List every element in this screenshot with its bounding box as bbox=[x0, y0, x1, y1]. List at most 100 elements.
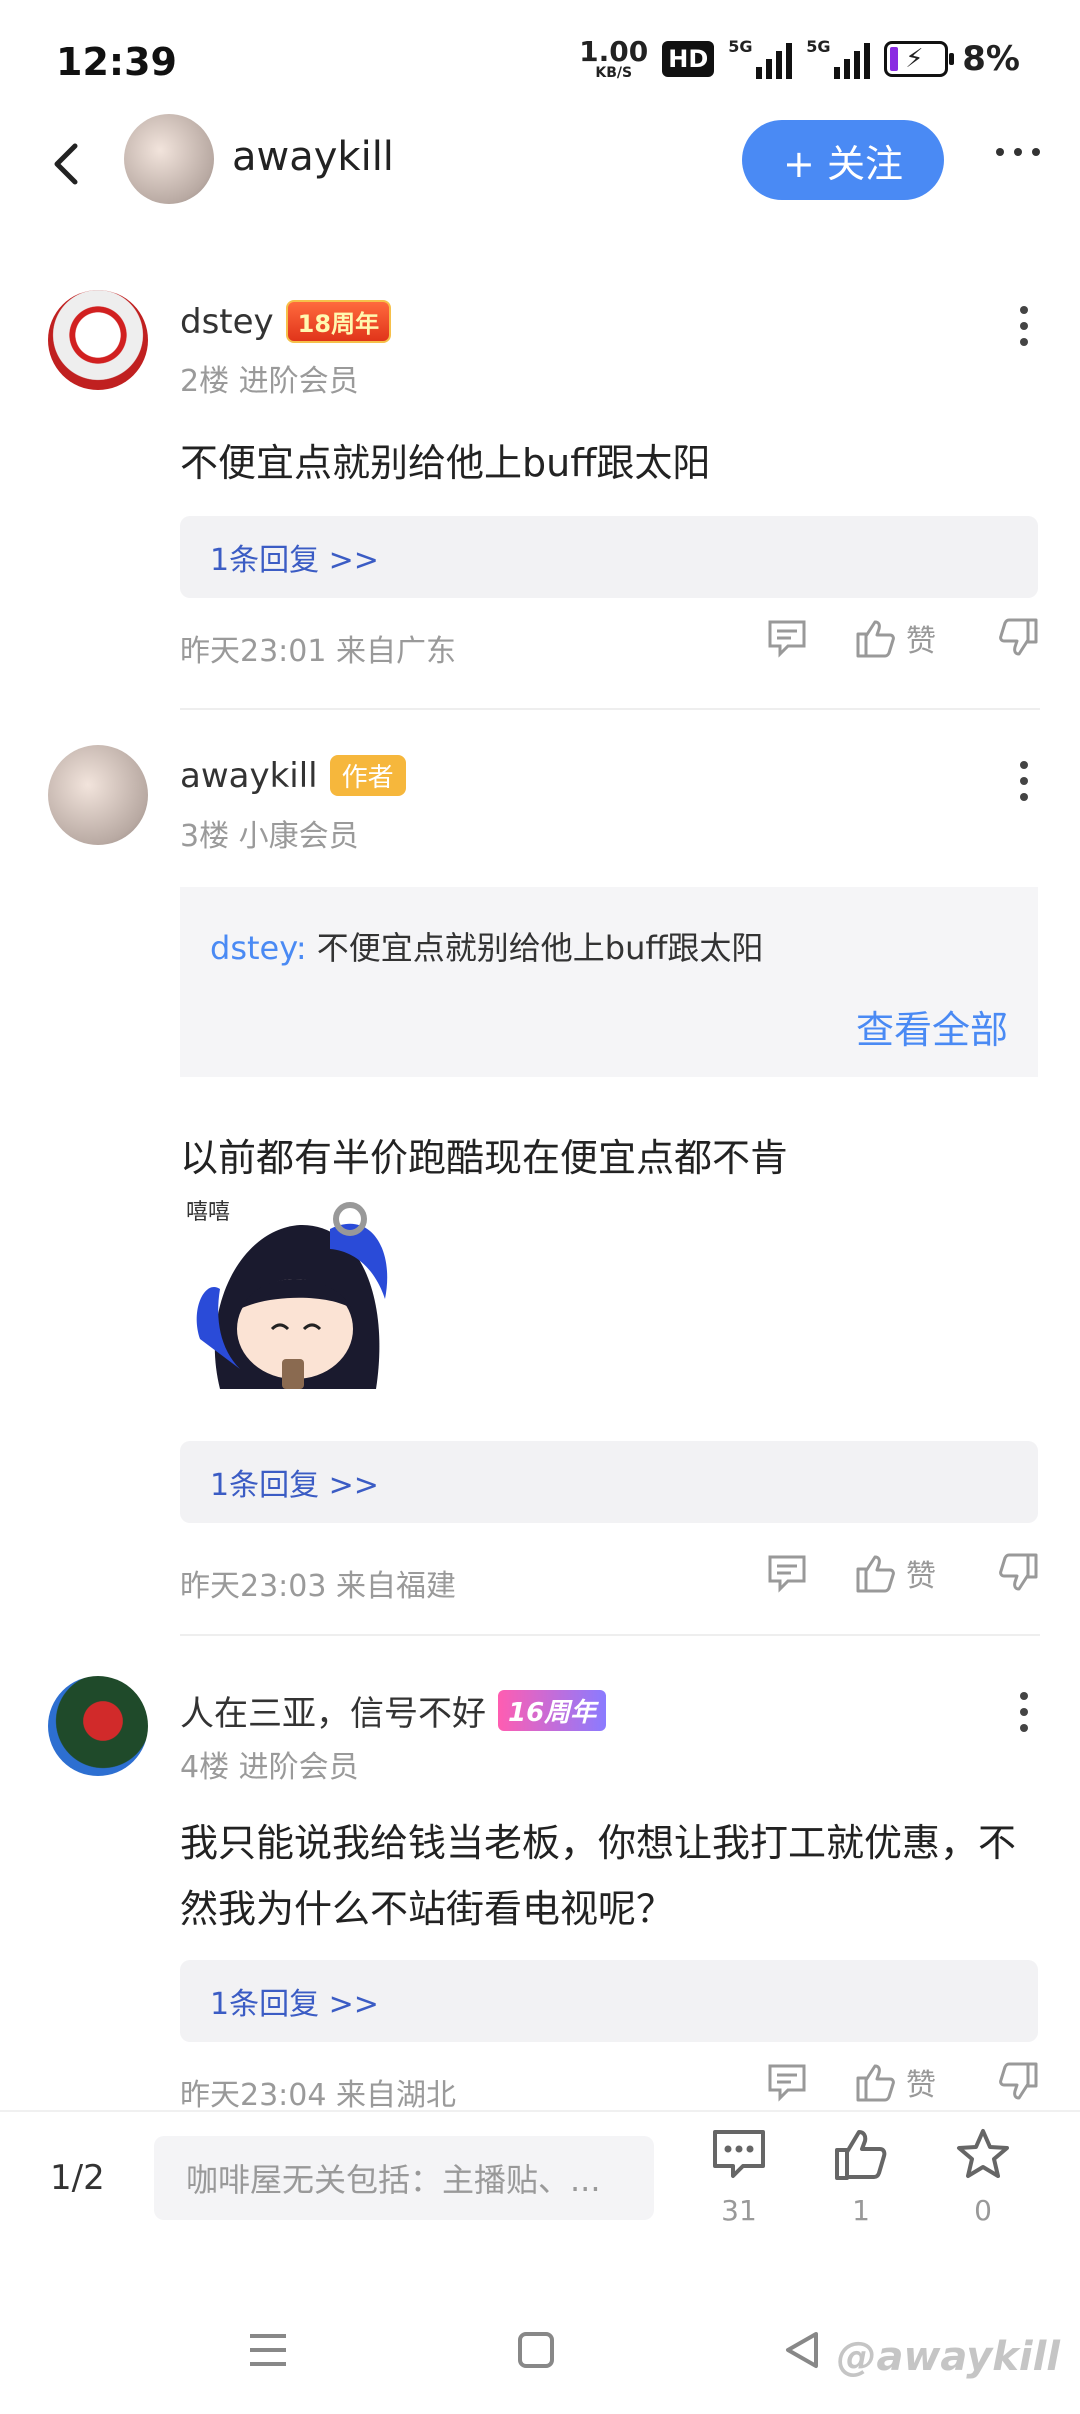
post-text: 我只能说我给钱当老板，你想让我打工就优惠，不然我为什么不站街看电视呢？ bbox=[180, 1821, 1017, 1931]
post-footer: 昨天23:03 来自福建 赞 bbox=[180, 1551, 1040, 1611]
signal-icon: 5G bbox=[728, 37, 793, 79]
post-time: 昨天23:04 来自湖北 bbox=[180, 2078, 456, 2113]
comment-icon bbox=[768, 1555, 806, 1593]
status-bar: 12:39 1.00 KB/S HD 5G 5G ⚡ 8% bbox=[0, 0, 1080, 120]
post-meta: 4楼 进阶会员 bbox=[180, 1750, 359, 1785]
avatar[interactable] bbox=[48, 290, 148, 390]
thumbs-up-icon bbox=[856, 1555, 895, 1593]
net-speed-value: 1.00 bbox=[579, 35, 649, 68]
post-floor-4: 人在三亚，信号不好 16周年 4楼 进阶会员 我只能说我给钱当老板，你想让我打工… bbox=[0, 1676, 1080, 2116]
comment-button[interactable] bbox=[766, 618, 808, 658]
author-name[interactable]: awaykill bbox=[180, 756, 318, 796]
reply-count-link[interactable]: 1条回复 >> bbox=[180, 1960, 1038, 2042]
comment-icon bbox=[768, 2064, 806, 2102]
thumbs-down-icon bbox=[999, 1553, 1038, 1591]
battery-level: 8% bbox=[962, 39, 1020, 79]
post-text: 不便宜点就别给他上buff跟太阳 bbox=[180, 441, 711, 485]
comment-input[interactable]: 咖啡屋无关包括：主播贴、... bbox=[154, 2136, 654, 2220]
bottom-action-bar: 1/2 咖啡屋无关包括：主播贴、... 31 1 0 bbox=[0, 2110, 1080, 2260]
back-triangle-icon bbox=[786, 2332, 818, 2368]
quote-user[interactable]: dstey: bbox=[210, 929, 307, 967]
home-button[interactable] bbox=[506, 2320, 566, 2380]
post-actions: 赞 bbox=[766, 616, 1040, 660]
post-actions: 赞 bbox=[766, 1551, 1040, 1595]
watermark: @awaykill bbox=[836, 2334, 1060, 2380]
thumbs-down-icon bbox=[999, 618, 1038, 656]
like-label: 赞 bbox=[906, 624, 936, 659]
sticker-image[interactable]: 嘻嘻 bbox=[180, 1189, 398, 1407]
battery-icon: ⚡ bbox=[884, 41, 955, 77]
author-badge: 作者 bbox=[329, 755, 406, 796]
anniversary-badge: 18周年 bbox=[285, 300, 392, 343]
follow-button[interactable]: + 关注 bbox=[742, 120, 944, 200]
comments-count: 31 bbox=[721, 2194, 757, 2227]
top-bar: awaykill + 关注 bbox=[0, 110, 1080, 220]
like-label: 赞 bbox=[906, 2068, 936, 2103]
post-author: awaykill 作者 bbox=[180, 755, 406, 796]
comments-button[interactable]: 31 bbox=[694, 2128, 784, 2227]
post-text: 以前都有半价跑酷现在便宜点都不肯 bbox=[180, 1136, 789, 1180]
avatar[interactable] bbox=[48, 1676, 148, 1776]
thumbs-up-icon bbox=[856, 2064, 895, 2102]
likes-count: 1 bbox=[852, 2194, 870, 2227]
author-name[interactable]: dstey bbox=[180, 302, 274, 342]
back-nav-button[interactable] bbox=[772, 2320, 832, 2380]
back-button[interactable] bbox=[36, 134, 96, 194]
menu-button[interactable] bbox=[238, 2320, 298, 2380]
signal-icon-2: 5G bbox=[806, 37, 871, 79]
post-meta: 3楼 小康会员 bbox=[180, 819, 359, 854]
page-indicator[interactable]: 1/2 bbox=[50, 2158, 105, 2198]
signal-label: 5G bbox=[728, 37, 753, 56]
post-more-button[interactable] bbox=[1020, 1692, 1028, 1732]
like-button[interactable]: 赞 bbox=[854, 616, 936, 660]
stars-count: 0 bbox=[974, 2194, 992, 2227]
like-button[interactable]: 赞 bbox=[854, 2060, 936, 2104]
comment-bubble-icon bbox=[713, 2130, 765, 2178]
thumbs-down-icon bbox=[999, 2062, 1038, 2100]
author-name[interactable]: 人在三亚，信号不好 bbox=[180, 1686, 486, 1735]
post-more-button[interactable] bbox=[1020, 761, 1028, 801]
net-speed: 1.00 KB/S bbox=[579, 35, 649, 81]
avatar[interactable] bbox=[124, 114, 214, 204]
post-author: dstey 18周年 bbox=[180, 300, 392, 343]
thumbs-up-icon bbox=[856, 620, 895, 658]
quoted-reply[interactable]: dstey: 不便宜点就别给他上buff跟太阳 查看全部 bbox=[180, 887, 1038, 1077]
dislike-button[interactable] bbox=[998, 1553, 1040, 1593]
view-all-link[interactable]: 查看全部 bbox=[856, 999, 1008, 1054]
star-icon bbox=[957, 2129, 1009, 2178]
favorite-button[interactable]: 0 bbox=[938, 2128, 1028, 2227]
hd-icon: HD bbox=[662, 41, 715, 77]
post-divider bbox=[180, 708, 1040, 710]
reply-count-link[interactable]: 1条回复 >> bbox=[180, 1441, 1038, 1523]
post-time: 昨天23:03 来自福建 bbox=[180, 1569, 456, 1604]
post-footer: 昨天23:01 来自广东 赞 bbox=[180, 616, 1040, 676]
back-arrow-icon bbox=[54, 143, 78, 185]
anniversary-badge: 16周年 bbox=[498, 1690, 607, 1731]
comment-button[interactable] bbox=[766, 1553, 808, 1593]
net-speed-unit: KB/S bbox=[595, 65, 633, 81]
quote-line: dstey: 不便宜点就别给他上buff跟太阳 bbox=[210, 923, 763, 969]
status-icons: 1.00 KB/S HD 5G 5G ⚡ 8% bbox=[579, 35, 1020, 81]
post-divider bbox=[180, 1634, 1040, 1636]
like-label: 赞 bbox=[906, 1559, 936, 1594]
status-time: 12:39 bbox=[56, 40, 177, 84]
like-post-button[interactable]: 1 bbox=[816, 2128, 906, 2227]
menu-icon bbox=[250, 2334, 286, 2366]
post-more-button[interactable] bbox=[1020, 306, 1028, 346]
post-meta: 2楼 进阶会员 bbox=[180, 364, 359, 399]
header-username[interactable]: awaykill bbox=[232, 134, 394, 180]
comment-button[interactable] bbox=[766, 2062, 808, 2102]
reply-count-link[interactable]: 1条回复 >> bbox=[180, 516, 1038, 598]
post-author: 人在三亚，信号不好 16周年 bbox=[180, 1686, 607, 1735]
like-button[interactable]: 赞 bbox=[854, 1551, 936, 1595]
avatar[interactable] bbox=[48, 745, 148, 845]
system-nav-bar: @awaykill bbox=[0, 2290, 1080, 2414]
post-actions: 赞 bbox=[766, 2060, 1040, 2104]
thumbs-up-icon bbox=[835, 2130, 887, 2180]
home-square-icon bbox=[518, 2332, 554, 2368]
dislike-button[interactable] bbox=[998, 2062, 1040, 2102]
post-time: 昨天23:01 来自广东 bbox=[180, 634, 456, 669]
more-options-button[interactable] bbox=[996, 148, 1040, 156]
sticker-image-art: 嘻嘻 bbox=[180, 1189, 398, 1407]
dislike-button[interactable] bbox=[998, 618, 1040, 658]
